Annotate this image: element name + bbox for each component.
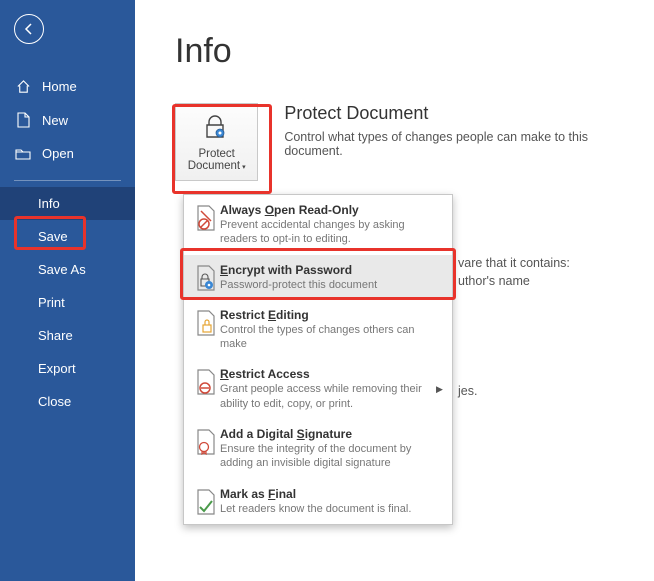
restrict-editing-icon [192, 308, 220, 352]
bg-text-fragment: vare that it contains: [458, 256, 570, 270]
menu-item-desc: Ensure the integrity of the document by … [220, 442, 442, 471]
sidebar-item-label: Open [42, 146, 74, 161]
menu-item-mark-as-final[interactable]: Mark as Final Let readers know the docum… [184, 479, 452, 524]
menu-item-desc: Prevent accidental changes by asking rea… [220, 218, 442, 247]
new-icon [14, 112, 32, 128]
menu-item-desc: Let readers know the document is final. [220, 502, 442, 516]
submenu-arrow-icon: ▶ [432, 367, 442, 411]
protect-subtitle: Control what types of changes people can… [284, 130, 630, 158]
sidebar-divider [14, 180, 121, 181]
menu-item-restrict-editing[interactable]: Restrict Editing Control the types of ch… [184, 300, 452, 360]
sidebar-item-save[interactable]: Save [0, 220, 135, 253]
sidebar-item-label: Save [38, 229, 68, 244]
protect-button-line2: Document▾ [188, 160, 246, 172]
back-arrow-icon [22, 22, 36, 36]
protect-document-dropdown: Always Open Read-Only Prevent accidental… [183, 194, 453, 525]
sidebar-item-label: Info [38, 196, 60, 211]
menu-item-title: Mark as Final [220, 487, 442, 501]
signature-icon [192, 427, 220, 471]
menu-item-desc: Grant people access while removing their… [220, 382, 432, 411]
protect-button-line1: Protect [198, 148, 234, 160]
menu-item-desc: Control the types of changes others can … [220, 323, 442, 352]
open-icon [14, 147, 32, 160]
sidebar-item-label: Print [38, 295, 65, 310]
menu-item-title: Always Open Read-Only [220, 203, 442, 217]
sidebar-item-info[interactable]: Info [0, 187, 135, 220]
restrict-access-icon [192, 367, 220, 411]
menu-item-encrypt-with-password[interactable]: Encrypt with Password Password-protect t… [184, 255, 452, 300]
lock-key-icon [203, 113, 231, 144]
menu-item-title: Add a Digital Signature [220, 427, 442, 441]
sidebar-item-home[interactable]: Home [0, 70, 135, 103]
sidebar-item-close[interactable]: Close [0, 385, 135, 418]
menu-item-restrict-access[interactable]: Restrict Access Grant people access whil… [184, 359, 452, 419]
mark-final-icon [192, 487, 220, 516]
protect-heading: Protect Document [284, 103, 630, 124]
menu-item-always-open-read-only[interactable]: Always Open Read-Only Prevent accidental… [184, 195, 452, 255]
sidebar-item-label: Export [38, 361, 76, 376]
back-button[interactable] [14, 14, 44, 44]
menu-item-title: Restrict Editing [220, 308, 442, 322]
page-title: Info [175, 32, 630, 71]
read-only-icon [192, 203, 220, 247]
sidebar-item-label: Close [38, 394, 71, 409]
encrypt-icon [192, 263, 220, 292]
sidebar-item-share[interactable]: Share [0, 319, 135, 352]
menu-item-desc: Password-protect this document [220, 278, 442, 292]
backstage-sidebar: Home New Open Info Save Save As Print Sh… [0, 0, 135, 581]
sidebar-item-label: Save As [38, 262, 86, 277]
sidebar-item-export[interactable]: Export [0, 352, 135, 385]
sidebar-item-label: Home [42, 79, 77, 94]
menu-item-title: Restrict Access [220, 367, 432, 381]
sidebar-item-save-as[interactable]: Save As [0, 253, 135, 286]
menu-item-title: Encrypt with Password [220, 263, 442, 277]
home-icon [14, 79, 32, 94]
sidebar-item-label: Share [38, 328, 73, 343]
sidebar-item-print[interactable]: Print [0, 286, 135, 319]
sidebar-item-label: New [42, 113, 68, 128]
protect-document-button[interactable]: Protect Document▾ [175, 103, 258, 181]
menu-item-add-digital-signature[interactable]: Add a Digital Signature Ensure the integ… [184, 419, 452, 479]
bg-text-fragment: uthor's name [458, 274, 530, 288]
sidebar-item-new[interactable]: New [0, 103, 135, 137]
bg-text-fragment: jes. [458, 384, 477, 398]
sidebar-item-open[interactable]: Open [0, 137, 135, 170]
